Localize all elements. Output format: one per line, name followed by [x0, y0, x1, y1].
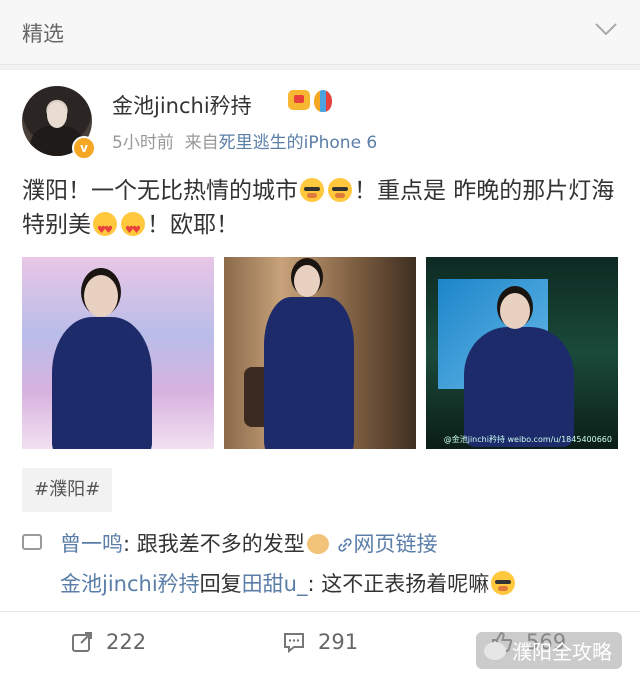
shy-emoji-icon — [491, 571, 516, 595]
action-bar: 222 291 569 濮阳全攻略 — [0, 611, 640, 684]
repost-button[interactable]: 222 — [70, 630, 146, 654]
comment-user[interactable]: 金池jinchi矜持 — [60, 572, 200, 596]
reply-to-user[interactable]: 田甜u_ — [242, 572, 308, 596]
post-time: 5小时前 — [112, 133, 174, 153]
top-header: 精选 — [0, 0, 640, 65]
post-text-part-3: ！欧耶！ — [147, 212, 239, 238]
user-badges — [288, 90, 332, 112]
verified-icon: v — [72, 136, 96, 160]
wechat-label: 濮阳全攻略 — [512, 640, 612, 664]
post-text-part-1: 濮阳！一个无比热情的城市 — [22, 178, 298, 204]
heart-eyes-emoji-icon — [93, 212, 117, 248]
comment-count: 291 — [318, 630, 359, 654]
comment-bubble-icon — [22, 534, 42, 550]
doge-emoji-icon — [306, 534, 329, 554]
wechat-watermark: 濮阳全攻略 — [476, 632, 622, 669]
post-username[interactable]: 金池jinchi矜持 — [112, 90, 252, 120]
comment-button[interactable]: 291 — [282, 630, 358, 654]
reply-word: 回复 — [199, 572, 242, 596]
shy-emoji-icon — [300, 178, 324, 202]
post-photo-3[interactable]: @金池jinchi矜持 weibo.com/u/1845400660 — [426, 257, 618, 449]
photo-grid: @金池jinchi矜持 weibo.com/u/1845400660 — [22, 257, 618, 449]
crown-badge-icon[interactable] — [288, 90, 310, 110]
repost-count: 222 — [106, 630, 147, 654]
post-text: 濮阳！一个无比热情的城市！重点是 昨晚的那片灯海特别美！欧耶！ — [22, 174, 622, 248]
comment-user[interactable]: 曾一鸣 — [60, 532, 123, 556]
post-source[interactable]: 死里逃生的iPhone 6 — [219, 133, 378, 153]
chevron-down-icon[interactable] — [594, 22, 618, 36]
comment-text: 跟我差不多的发型 — [136, 532, 305, 556]
link-icon — [338, 538, 353, 552]
photo-watermark: @金池jinchi矜持 weibo.com/u/1845400660 — [443, 435, 612, 444]
repost-icon — [72, 632, 92, 652]
post-photo-2[interactable] — [224, 257, 416, 449]
header-title: 精选 — [22, 22, 64, 46]
post-photo-1[interactable] — [22, 257, 214, 449]
wechat-logo-icon — [484, 641, 506, 660]
shy-emoji-icon — [328, 178, 352, 202]
comment-item[interactable]: 金池jinchi矜持回复田甜u_: 这不正表扬着呢嘛 — [60, 568, 517, 598]
post-meta: 5小时前 来自死里逃生的iPhone 6 — [112, 128, 377, 153]
comment-text: : 这不正表扬着呢嘛 — [307, 572, 490, 596]
balloon-badge-icon[interactable] — [314, 90, 332, 112]
source-prefix: 来自 — [184, 133, 219, 153]
hashtag[interactable]: #濮阳# — [22, 468, 113, 512]
comment-icon — [284, 633, 304, 654]
comment-sep: : — [123, 532, 137, 556]
web-link[interactable]: 网页链接 — [353, 532, 437, 556]
comment-item[interactable]: 曾一鸣: 跟我差不多的发型 网页链接 — [60, 528, 437, 558]
heart-eyes-emoji-icon — [121, 212, 145, 248]
weibo-post-card: v 金池jinchi矜持 5小时前 来自死里逃生的iPhone 6 濮阳！一个无… — [0, 70, 640, 611]
